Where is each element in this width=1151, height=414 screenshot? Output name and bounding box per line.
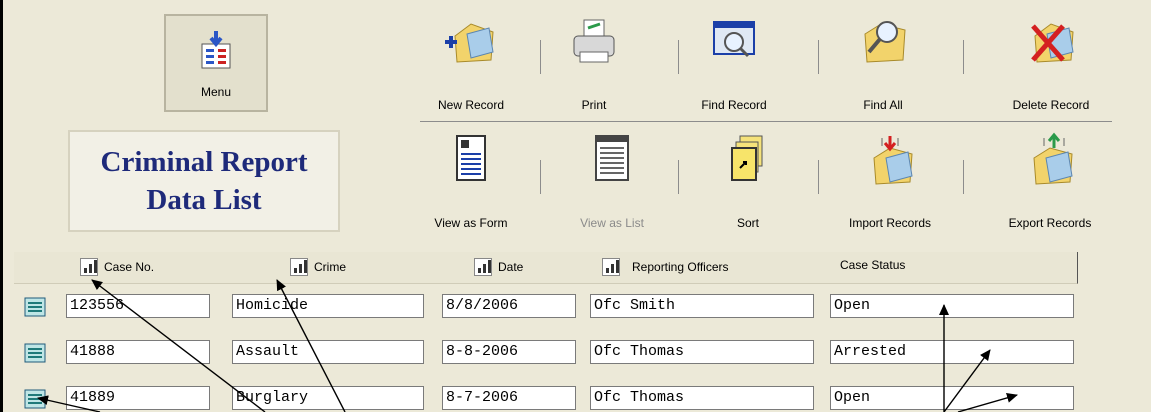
view-as-list-icon [582, 132, 642, 191]
left-border [0, 0, 3, 412]
table-row[interactable]: 123556 Homicide 8/8/2006 Ofc Smith Open [24, 294, 1084, 320]
crime-field[interactable]: Burglary [232, 386, 424, 410]
table-row[interactable]: 41889 Burglary 8-7-2006 Ofc Thomas Open [24, 386, 1084, 412]
export-records-icon [1020, 132, 1080, 191]
column-header-label: Reporting Officers [632, 260, 729, 274]
sort-button[interactable]: Sort [683, 132, 813, 230]
case-status-field[interactable]: Open [830, 386, 1074, 410]
sort-column-icon[interactable] [290, 258, 308, 276]
title-line-1: Criminal Report [100, 146, 308, 178]
export-records-label: Export Records [1008, 216, 1092, 230]
menu-label: Menu [200, 85, 232, 99]
crime-field[interactable]: Assault [232, 340, 424, 364]
column-header-case-status: Case Status [840, 258, 905, 272]
menu-button[interactable]: Menu [164, 14, 268, 112]
crime-field[interactable]: Homicide [232, 294, 424, 318]
import-records-label: Import Records [848, 216, 932, 230]
column-header-label: Case Status [840, 258, 906, 272]
import-records-button[interactable]: Import Records [825, 132, 955, 230]
date-field[interactable]: 8-7-2006 [442, 386, 576, 410]
printer-icon [564, 14, 624, 73]
record-icon[interactable] [24, 297, 46, 322]
page-title: Criminal Report Data List [68, 130, 340, 232]
new-record-icon [441, 14, 501, 73]
export-records-button[interactable]: Export Records [985, 132, 1115, 230]
sort-label: Sort [736, 216, 759, 230]
menu-icon [198, 30, 234, 75]
new-record-button[interactable]: New Record [406, 14, 536, 112]
find-record-button[interactable]: Find Record [669, 14, 799, 112]
column-header-case-no[interactable]: Case No. [80, 258, 154, 276]
record-icon[interactable] [24, 343, 46, 368]
column-header-label: Date [498, 260, 524, 274]
column-header-reporting-officers[interactable]: Reporting Officers [602, 258, 729, 276]
print-label: Print [581, 98, 607, 112]
column-header-label: Case No. [104, 260, 155, 274]
officer-field[interactable]: Ofc Smith [590, 294, 814, 318]
column-header-bar: Case No. Crime Date Reporting Officers C… [14, 252, 1078, 284]
sort-icon [718, 132, 778, 191]
toolbar-separator [540, 160, 541, 194]
view-as-form-button[interactable]: View as Form [406, 132, 536, 230]
find-record-icon [704, 14, 764, 73]
view-as-form-icon [441, 132, 501, 191]
sort-column-icon[interactable] [474, 258, 492, 276]
find-all-button[interactable]: Find All [818, 14, 948, 112]
new-record-label: New Record [437, 98, 505, 112]
officer-field[interactable]: Ofc Thomas [590, 386, 814, 410]
case-no-field[interactable]: 41888 [66, 340, 210, 364]
column-header-crime[interactable]: Crime [290, 258, 346, 276]
find-record-label: Find Record [701, 98, 767, 112]
view-as-list-label: View as List [580, 216, 644, 230]
delete-record-icon [1021, 14, 1081, 73]
toolbar-separator [963, 40, 964, 74]
find-all-label: Find All [863, 98, 903, 112]
view-as-form-label: View as Form [434, 216, 508, 230]
case-no-field[interactable]: 41889 [66, 386, 210, 410]
delete-record-button[interactable]: Delete Record [986, 14, 1116, 112]
sort-column-icon[interactable] [602, 258, 620, 276]
view-as-list-button[interactable]: View as List [547, 132, 677, 230]
case-status-field[interactable]: Arrested [830, 340, 1074, 364]
case-no-field[interactable]: 123556 [66, 294, 210, 318]
find-all-icon [853, 14, 913, 73]
toolbar-separator [818, 160, 819, 194]
table-row[interactable]: 41888 Assault 8-8-2006 Ofc Thomas Arrest… [24, 340, 1084, 366]
toolbar-divider [420, 121, 1112, 122]
case-status-field[interactable]: Open [830, 294, 1074, 318]
record-icon[interactable] [24, 389, 46, 414]
sort-column-icon[interactable] [80, 258, 98, 276]
officer-field[interactable]: Ofc Thomas [590, 340, 814, 364]
delete-record-label: Delete Record [1012, 98, 1090, 112]
title-line-2: Data List [146, 184, 262, 216]
toolbar-separator [963, 160, 964, 194]
print-button[interactable]: Print [529, 14, 659, 112]
column-header-date[interactable]: Date [474, 258, 523, 276]
date-field[interactable]: 8-8-2006 [442, 340, 576, 364]
date-field[interactable]: 8/8/2006 [442, 294, 576, 318]
column-header-label: Crime [314, 260, 346, 274]
toolbar-separator [678, 160, 679, 194]
import-records-icon [860, 132, 920, 191]
